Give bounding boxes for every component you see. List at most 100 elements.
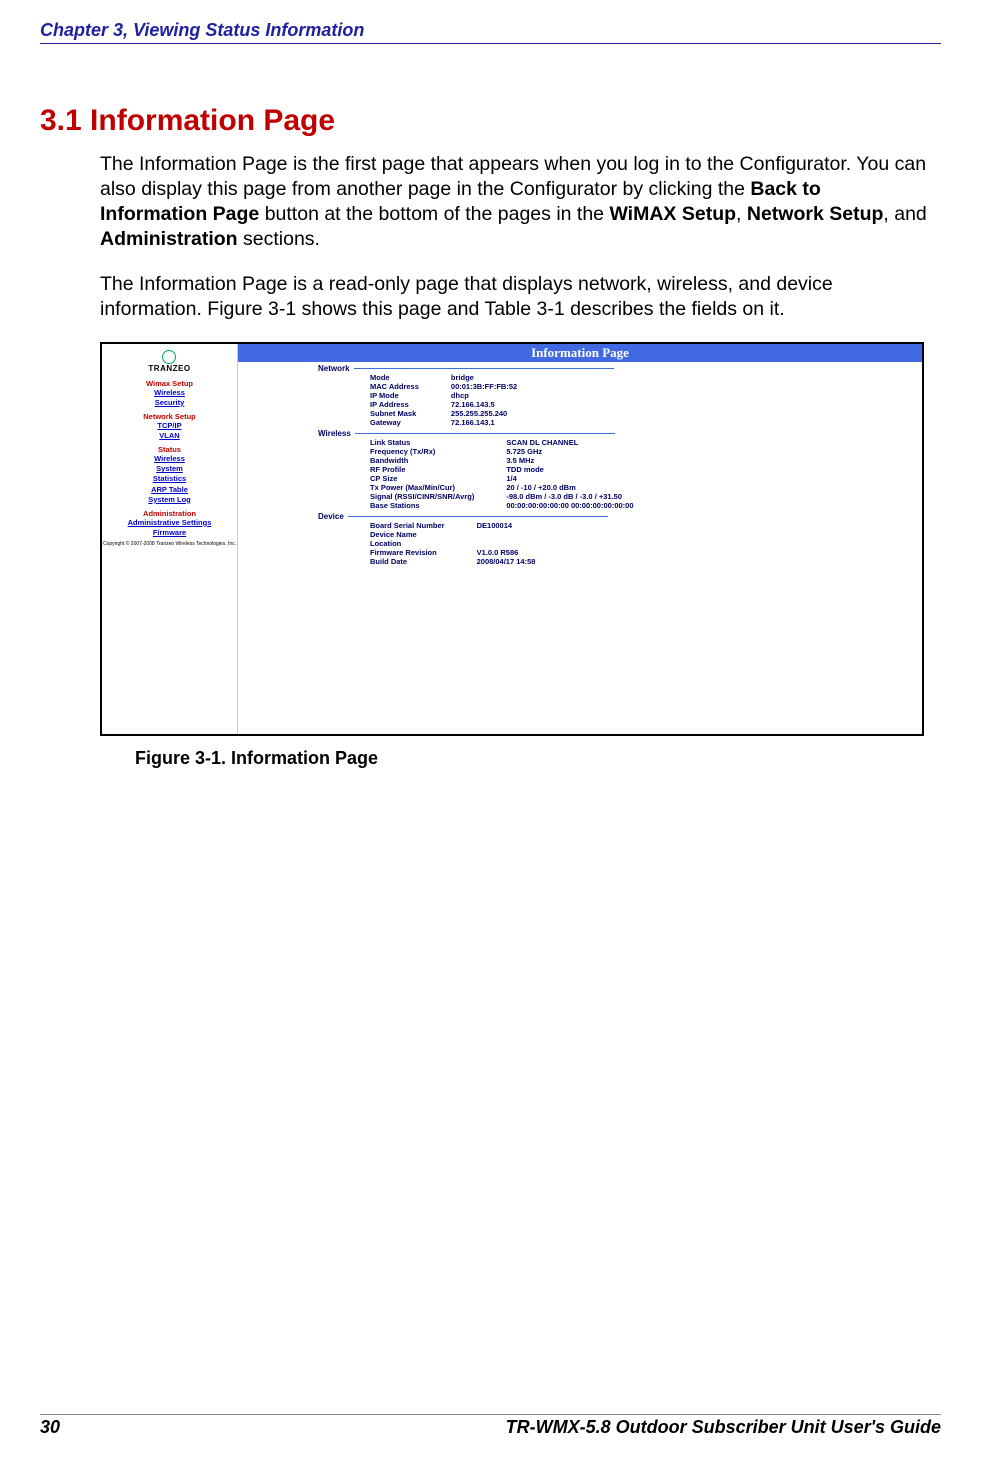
table-row: Build Date2008/04/17 14:58 — [368, 557, 537, 566]
sidebar-link[interactable]: System — [102, 464, 237, 474]
table-row: Device Name — [368, 530, 537, 539]
text: , — [736, 203, 747, 225]
table-row: CP Size1/4 — [368, 474, 636, 483]
kv-value: 5.725 GHz — [476, 447, 635, 456]
paragraph-1: The Information Page is the first page t… — [100, 152, 931, 252]
kv-value: 3.5 MHz — [476, 456, 635, 465]
running-header: Chapter 3, Viewing Status Information — [40, 20, 941, 44]
kv-key: Base Stations — [368, 501, 476, 510]
sidebar-link[interactable]: Security — [102, 398, 237, 408]
table-row: Location — [368, 539, 537, 548]
text: sections. — [238, 228, 320, 250]
kv-key: Tx Power (Max/Min/Cur) — [368, 483, 476, 492]
table-row: RF ProfileTDD mode — [368, 465, 636, 474]
text: button at the bottom of the pages in the — [259, 203, 609, 225]
sidebar-category: Network Setup — [102, 412, 237, 421]
kv-value — [447, 539, 538, 548]
table-row: Signal (RSSI/CINR/SNR/Avrg)-98.0 dBm / -… — [368, 492, 636, 501]
config-main-pane: Information Page NetworkModebridgeMAC Ad… — [238, 344, 922, 734]
copyright-text: Copyright © 2007-2008 Tranzeo Wireless T… — [102, 542, 237, 548]
table-row: Board Serial NumberDE100014 — [368, 521, 537, 530]
section-heading: 3.1 Information Page — [40, 104, 941, 138]
sidebar-link[interactable]: Administrative Settings — [102, 518, 237, 528]
sidebar-link[interactable]: VLAN — [102, 431, 237, 441]
sidebar-link[interactable]: Statistics — [102, 474, 237, 484]
kv-value: SCAN DL CHANNEL — [476, 438, 635, 447]
table-row: IP Address72.166.143.5 — [368, 400, 519, 409]
kv-value: 2008/04/17 14:58 — [447, 557, 538, 566]
text: , and — [883, 203, 926, 225]
page-number: 30 — [40, 1417, 60, 1438]
info-kv-table: Board Serial NumberDE100014Device NameLo… — [368, 521, 537, 566]
table-row: IP Modedhcp — [368, 391, 519, 400]
kv-key: Device Name — [368, 530, 447, 539]
info-section-header: Device — [318, 512, 902, 521]
info-kv-table: Link StatusSCAN DL CHANNELFrequency (Tx/… — [368, 438, 636, 510]
bold-text: WiMAX Setup — [609, 203, 736, 225]
info-page-title: Information Page — [238, 344, 922, 362]
kv-key: RF Profile — [368, 465, 476, 474]
table-row: Bandwidth3.5 MHz — [368, 456, 636, 465]
kv-key: Mode — [368, 373, 421, 382]
config-sidebar: TRANZEO Wimax SetupWirelessSecurityNetwo… — [102, 344, 238, 734]
kv-value: 00:01:3B:FF:FB:52 — [421, 382, 519, 391]
kv-key: Signal (RSSI/CINR/SNR/Avrg) — [368, 492, 476, 501]
table-row: Frequency (Tx/Rx)5.725 GHz — [368, 447, 636, 456]
page-footer: 30 TR-WMX-5.8 Outdoor Subscriber Unit Us… — [40, 1414, 941, 1438]
table-row: Subnet Mask255.255.255.240 — [368, 409, 519, 418]
bold-text: Network Setup — [747, 203, 884, 225]
kv-value: -98.0 dBm / -3.0 dB / -3.0 / +31.50 — [476, 492, 635, 501]
kv-value: bridge — [421, 373, 519, 382]
sidebar-link[interactable]: System Log — [102, 495, 237, 505]
sidebar-link[interactable]: Wireless — [102, 454, 237, 464]
table-row: Tx Power (Max/Min/Cur)20 / -10 / +20.0 d… — [368, 483, 636, 492]
sidebar-link[interactable]: ARP Table — [102, 485, 237, 495]
logo-icon — [162, 350, 176, 364]
kv-value: TDD mode — [476, 465, 635, 474]
bold-text: Administration — [100, 228, 238, 250]
kv-key: Link Status — [368, 438, 476, 447]
table-row: Base Stations00:00:00:00:00:00 00:00:00:… — [368, 501, 636, 510]
kv-value: 20 / -10 / +20.0 dBm — [476, 483, 635, 492]
kv-value — [447, 530, 538, 539]
kv-key: IP Mode — [368, 391, 421, 400]
kv-value: V1.0.0 R586 — [447, 548, 538, 557]
kv-key: Frequency (Tx/Rx) — [368, 447, 476, 456]
logo-text: TRANZEO — [102, 364, 237, 375]
sidebar-category: Administration — [102, 509, 237, 518]
kv-key: IP Address — [368, 400, 421, 409]
table-row: Gateway72.166.143.1 — [368, 418, 519, 427]
sidebar-category: Status — [102, 445, 237, 454]
logo — [102, 350, 237, 364]
sidebar-link[interactable]: TCP/IP — [102, 421, 237, 431]
info-section-header: Wireless — [318, 429, 902, 438]
kv-key: Gateway — [368, 418, 421, 427]
kv-value: dhcp — [421, 391, 519, 400]
screenshot-figure: TRANZEO Wimax SetupWirelessSecurityNetwo… — [100, 342, 924, 736]
table-row: Link StatusSCAN DL CHANNEL — [368, 438, 636, 447]
table-row: MAC Address00:01:3B:FF:FB:52 — [368, 382, 519, 391]
kv-value: 72.166.143.1 — [421, 418, 519, 427]
kv-value: DE100014 — [447, 521, 538, 530]
kv-key: Subnet Mask — [368, 409, 421, 418]
sidebar-link[interactable]: Firmware — [102, 528, 237, 538]
guide-title: TR-WMX-5.8 Outdoor Subscriber Unit User'… — [506, 1417, 941, 1438]
paragraph-2: The Information Page is a read-only page… — [100, 272, 931, 322]
kv-value: 00:00:00:00:00:00 00:00:00:00:00:00 — [476, 501, 635, 510]
kv-key: Firmware Revision — [368, 548, 447, 557]
sidebar-link[interactable]: Wireless — [102, 388, 237, 398]
kv-key: Board Serial Number — [368, 521, 447, 530]
table-row: Firmware RevisionV1.0.0 R586 — [368, 548, 537, 557]
kv-key: Build Date — [368, 557, 447, 566]
kv-value: 1/4 — [476, 474, 635, 483]
sidebar-category: Wimax Setup — [102, 379, 237, 388]
info-kv-table: ModebridgeMAC Address00:01:3B:FF:FB:52IP… — [368, 373, 519, 427]
figure-caption: Figure 3-1. Information Page — [135, 748, 941, 769]
info-section-header: Network — [318, 364, 902, 373]
kv-value: 72.166.143.5 — [421, 400, 519, 409]
kv-key: CP Size — [368, 474, 476, 483]
kv-key: Bandwidth — [368, 456, 476, 465]
table-row: Modebridge — [368, 373, 519, 382]
kv-value: 255.255.255.240 — [421, 409, 519, 418]
kv-key: Location — [368, 539, 447, 548]
